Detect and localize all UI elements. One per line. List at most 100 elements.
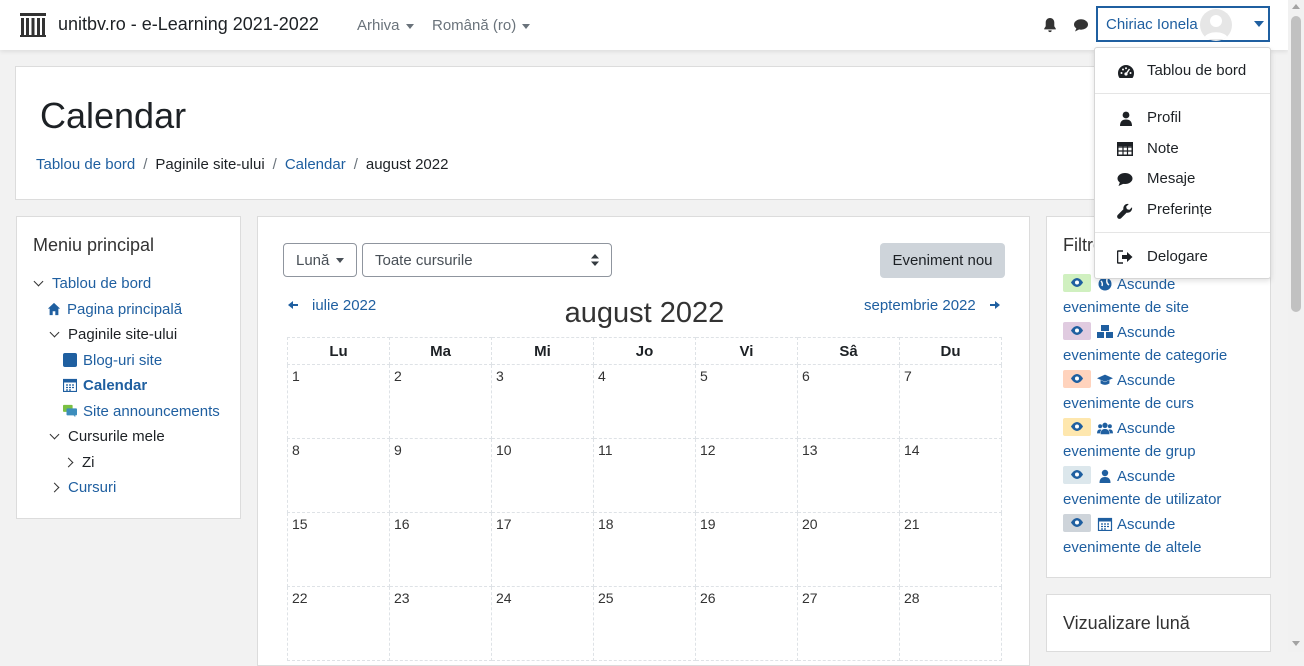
filter-label[interactable]: evenimente de site [1063, 299, 1189, 316]
day-cell[interactable]: 10 [491, 438, 594, 513]
course-select[interactable]: Toate cursurile [362, 243, 612, 277]
nav-course-zi[interactable]: Zi [63, 454, 95, 471]
day-cell[interactable]: 6 [797, 364, 900, 439]
scroll-up-arrow-icon[interactable] [1292, 4, 1300, 9]
filter-site-events[interactable]: Ascunde evenimente de site [1063, 273, 1263, 319]
new-event-button[interactable]: Eveniment nou [880, 243, 1005, 278]
filter-label[interactable]: evenimente de curs [1063, 395, 1194, 412]
hide-link[interactable]: Ascunde [1117, 324, 1175, 341]
menu-item-preferences[interactable]: Preferințe [1117, 201, 1212, 219]
eye-toggle[interactable] [1063, 418, 1091, 436]
menu-item-dashboard[interactable]: Tablou de bord [1117, 62, 1246, 79]
filter-label[interactable]: evenimente de utilizator [1063, 491, 1221, 508]
day-cell[interactable]: 17 [491, 512, 594, 587]
nav-courses-link[interactable]: Cursuri [68, 479, 116, 496]
nav-home[interactable]: Pagina principală [47, 301, 182, 318]
messages-icon[interactable] [1073, 17, 1089, 33]
site-name-link[interactable]: unitbv.ro - e-Learning 2021-2022 [58, 14, 319, 35]
day-cell[interactable]: 4 [593, 364, 696, 439]
hide-link[interactable]: Ascunde [1117, 372, 1175, 389]
filter-category-events[interactable]: Ascunde evenimente de categorie [1063, 321, 1263, 367]
day-cell[interactable]: 28 [899, 586, 1002, 661]
nav-dashboard[interactable]: Tablou de bord [33, 275, 151, 292]
nav-courses[interactable]: Cursuri [49, 479, 116, 496]
breadcrumb-site-pages: Paginile site-ului [155, 156, 265, 173]
day-cell[interactable]: 1 [287, 364, 390, 439]
day-cell[interactable]: 8 [287, 438, 390, 513]
day-cell[interactable]: 5 [695, 364, 798, 439]
nav-calendar-link[interactable]: Calendar [83, 377, 147, 394]
nav-site-announcements-link[interactable]: Site announcements [83, 403, 220, 420]
day-cell[interactable]: 7 [899, 364, 1002, 439]
menu-item-profile[interactable]: Profil [1117, 109, 1181, 126]
chevron-down-icon[interactable] [33, 276, 44, 287]
hide-link[interactable]: Ascunde [1117, 420, 1175, 437]
day-cell[interactable]: 3 [491, 364, 594, 439]
hide-link[interactable]: Ascunde [1117, 468, 1175, 485]
filter-group-events[interactable]: Ascunde evenimente de grup [1063, 417, 1263, 463]
day-cell[interactable]: 11 [593, 438, 696, 513]
previous-month-label[interactable]: iulie 2022 [312, 297, 376, 314]
filter-label[interactable]: evenimente de grup [1063, 443, 1196, 460]
day-cell[interactable]: 2 [389, 364, 492, 439]
filter-label[interactable]: evenimente de altele [1063, 539, 1201, 556]
day-cell[interactable]: 18 [593, 512, 696, 587]
menu-item-messages[interactable]: Mesaje [1117, 170, 1195, 187]
day-cell[interactable]: 27 [797, 586, 900, 661]
filter-label[interactable]: evenimente de categorie [1063, 347, 1227, 364]
menu-item-logout[interactable]: Delogare [1117, 248, 1208, 265]
chevron-down-icon[interactable] [49, 327, 60, 338]
chevron-down-icon[interactable] [49, 429, 60, 440]
chevron-right-icon[interactable] [63, 457, 74, 468]
eye-toggle[interactable] [1063, 514, 1091, 532]
breadcrumb-dashboard-link[interactable]: Tablou de bord [36, 156, 135, 173]
nav-home-link[interactable]: Pagina principală [67, 301, 182, 318]
day-cell[interactable]: 21 [899, 512, 1002, 587]
chevron-right-icon[interactable] [49, 482, 60, 493]
page-scrollbar[interactable] [1288, 0, 1304, 652]
day-cell[interactable]: 26 [695, 586, 798, 661]
nav-site-announcements[interactable]: Site announcements [63, 403, 220, 420]
menu-item-grades[interactable]: Note [1117, 140, 1179, 157]
next-month-link[interactable]: septembrie 2022 [864, 297, 1000, 314]
day-cell[interactable]: 19 [695, 512, 798, 587]
eye-toggle[interactable] [1063, 322, 1091, 340]
previous-month-link[interactable]: iulie 2022 [288, 297, 376, 314]
caret-down-icon [1254, 21, 1264, 27]
language-menu[interactable]: Română (ro) [432, 17, 531, 34]
filter-course-events[interactable]: Ascunde evenimente de curs [1063, 369, 1263, 415]
day-cell[interactable]: 15 [287, 512, 390, 587]
nav-calendar[interactable]: Calendar [63, 377, 147, 394]
next-month-label[interactable]: septembrie 2022 [864, 297, 976, 314]
nav-site-blogs-link[interactable]: Blog-uri site [83, 352, 162, 369]
day-cell[interactable]: 25 [593, 586, 696, 661]
day-cell[interactable]: 13 [797, 438, 900, 513]
scrollbar-thumb[interactable] [1291, 16, 1301, 312]
filter-other-events[interactable]: Ascunde evenimente de altele [1063, 513, 1263, 559]
eye-toggle[interactable] [1063, 370, 1091, 388]
nav-dashboard-link[interactable]: Tablou de bord [52, 275, 151, 292]
filter-user-events[interactable]: Ascunde evenimente de utilizator [1063, 465, 1263, 511]
day-cell[interactable]: 16 [389, 512, 492, 587]
nav-my-courses[interactable]: Cursurile mele [49, 428, 165, 445]
nav-site-blogs[interactable]: Blog-uri site [63, 352, 162, 369]
scroll-down-arrow-icon[interactable] [1292, 641, 1300, 646]
breadcrumb-calendar-link[interactable]: Calendar [285, 156, 346, 173]
eye-toggle[interactable] [1063, 274, 1091, 292]
user-menu-toggle[interactable]: Chiriac Ionela [1096, 6, 1270, 42]
hide-link[interactable]: Ascunde [1117, 516, 1175, 533]
archive-menu[interactable]: Arhiva [357, 17, 414, 34]
university-logo-icon[interactable] [20, 13, 46, 37]
day-cell[interactable]: 22 [287, 586, 390, 661]
day-cell[interactable]: 23 [389, 586, 492, 661]
bell-icon[interactable] [1042, 17, 1058, 33]
day-cell[interactable]: 9 [389, 438, 492, 513]
weekday-header: Mi [491, 337, 594, 365]
day-cell[interactable]: 12 [695, 438, 798, 513]
day-cell[interactable]: 14 [899, 438, 1002, 513]
day-cell[interactable]: 24 [491, 586, 594, 661]
nav-site-pages[interactable]: Paginile site-ului [49, 326, 177, 343]
view-select[interactable]: Lună [283, 243, 357, 277]
day-cell[interactable]: 20 [797, 512, 900, 587]
eye-toggle[interactable] [1063, 466, 1091, 484]
